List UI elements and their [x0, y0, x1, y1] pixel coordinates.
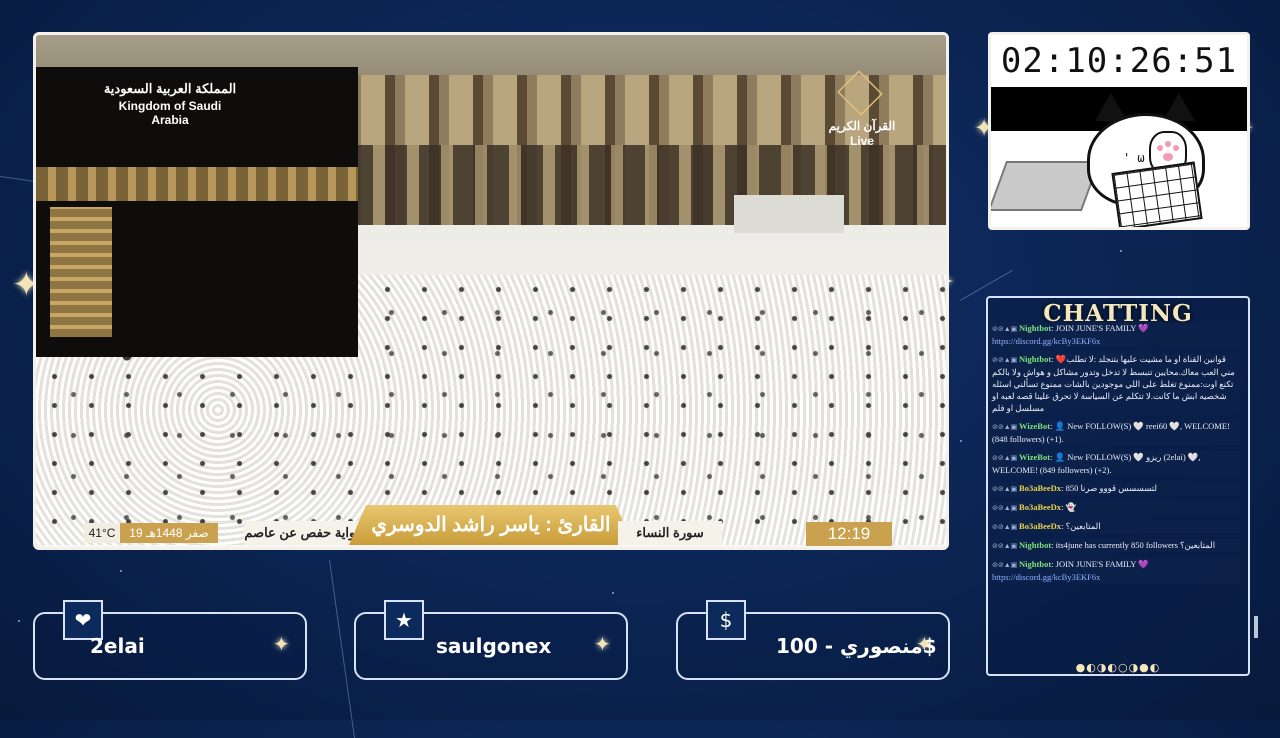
chat-badges-icon: ⊘⊘▲▣: [992, 523, 1020, 531]
sparkle-icon: ✦: [916, 632, 933, 656]
star-dot: [18, 620, 20, 622]
reciter-banner: القارئ : ياسر راشد الدوسري: [349, 505, 633, 545]
chat-message: ⊘⊘▲▣ WizeBot: 👤 New FOLLOW(S) 🤍 ريزو (2e…: [990, 451, 1240, 476]
chat-text: : JOIN JUNE'S FAMILY 💜: [1051, 559, 1149, 569]
chat-username[interactable]: Bo3aBeeDx: [1019, 483, 1061, 493]
chat-text: : المتابعين؟: [1061, 521, 1101, 531]
mouse-pad: [991, 161, 1101, 211]
chat-text: : لتسسسس قووو صرنا 850: [1061, 483, 1157, 493]
kaaba-door: [50, 207, 112, 337]
video-structure: [734, 195, 844, 233]
chat-panel: CHATTING ⊘⊘▲▣ Nightbot: JOIN JUNE'S FAMI…: [986, 296, 1258, 676]
chat-message: ⊘⊘▲▣ Nightbot: ❤️قوانين القناة او ما مشي…: [990, 353, 1240, 414]
countdown-widget: 02:10:26:51 ' ω ': [988, 32, 1250, 230]
chat-badges-icon: ⊘⊘▲▣: [992, 485, 1020, 493]
star-icon: ★: [384, 600, 424, 640]
chat-badges-icon: ⊘⊘▲▣: [992, 356, 1020, 364]
chat-badges-icon: ⊘⊘▲▣: [992, 542, 1020, 550]
video-arcade-arches: [351, 145, 946, 225]
chat-message: ⊘⊘▲▣ Bo3aBeeDx: 👻: [990, 501, 1240, 514]
chat-username[interactable]: WizeBot: [1019, 452, 1050, 462]
chat-username[interactable]: Bo3aBeeDx: [1019, 521, 1061, 531]
constellation-line: [329, 560, 356, 738]
sparkle-icon: ✦: [594, 632, 611, 656]
chat-message: ⊘⊘▲▣ Bo3aBeeDx: لتسسسس قووو صرنا 850: [990, 482, 1240, 495]
chat-message: ⊘⊘▲▣ Bo3aBeeDx: المتابعين؟: [990, 520, 1240, 533]
sparkle-icon: ✦: [273, 632, 290, 656]
live-video-frame: المملكة العربية السعودية Kingdom of Saud…: [33, 32, 949, 550]
ksa-title-english: Kingdom of Saudi Arabia: [118, 99, 222, 127]
chat-badges-icon: ⊘⊘▲▣: [992, 504, 1020, 512]
live-label: Live: [849, 134, 874, 148]
star-dot: [1120, 250, 1122, 252]
chat-username[interactable]: Nightbot: [1019, 323, 1051, 333]
channel-name: القرآن الكريم: [828, 119, 896, 133]
chat-badges-icon: ⊘⊘▲▣: [992, 423, 1020, 431]
chat-message: ⊘⊘▲▣ WizeBot: 👤 New FOLLOW(S) 🤍 reei60 🤍…: [990, 420, 1240, 445]
countdown-timer: 02:10:26:51: [1000, 41, 1238, 81]
last-follower-name: 2elai: [90, 634, 145, 658]
ksa-title-arabic: المملكة العربية السعودية: [103, 81, 237, 96]
chat-link[interactable]: https://discord.gg/kcBy3EKF6x: [992, 572, 1100, 582]
chat-username[interactable]: Bo3aBeeDx: [1019, 502, 1061, 512]
chat-username[interactable]: Nightbot: [1019, 540, 1051, 550]
chat-badges-icon: ⊘⊘▲▣: [992, 325, 1020, 333]
chat-message: ⊘⊘▲▣ Nightbot: its4june has currently 85…: [990, 539, 1240, 552]
dollar-icon: $: [706, 600, 746, 640]
star-dot: [960, 440, 962, 442]
chat-text: : its4june has currently 850 followers ا…: [1051, 540, 1216, 550]
chat-scrollbar[interactable]: [1254, 616, 1258, 638]
chat-username[interactable]: WizeBot: [1019, 421, 1050, 431]
chat-decoration: ●◐◑◐○◑●◐: [1075, 661, 1161, 674]
hijri-date: 19 صفر 1448هـ: [120, 523, 218, 543]
last-donation-alert: $ منصوري - 100$ ✦: [676, 600, 950, 680]
kaaba-band: [36, 167, 358, 201]
keyboard-icon: [1111, 161, 1203, 227]
chat-badges-icon: ⊘⊘▲▣: [992, 454, 1020, 462]
broadcast-clock: 12:19: [806, 522, 892, 546]
last-follower-alert: ❤ 2elai ✦: [33, 600, 307, 680]
last-subscriber-alert: ★ saulgonex ✦: [354, 600, 628, 680]
chat-list[interactable]: ⊘⊘▲▣ Nightbot: JOIN JUNE'S FAMILY 💜 https…: [990, 322, 1240, 642]
chat-text: : JOIN JUNE'S FAMILY 💜: [1051, 323, 1149, 333]
chat-message: ⊘⊘▲▣ Nightbot: JOIN JUNE'S FAMILY 💜 https…: [990, 322, 1240, 347]
chat-link[interactable]: https://discord.gg/kcBy3EKF6x: [992, 336, 1100, 346]
temperature: 41°C: [84, 523, 120, 543]
chat-badges-icon: ⊘⊘▲▣: [992, 561, 1020, 569]
star-dot: [120, 570, 122, 572]
chat-message: ⊘⊘▲▣ Nightbot: JOIN JUNE'S FAMILY 💜 https…: [990, 558, 1240, 583]
chat-text: : 👻: [1061, 502, 1077, 512]
chat-username[interactable]: Nightbot: [1019, 354, 1051, 364]
surah-label: سورة النساء: [618, 521, 722, 545]
star-dot: [612, 592, 614, 594]
last-subscriber-name: saulgonex: [436, 634, 552, 658]
last-donation-text: منصوري - 100$: [776, 634, 937, 658]
chat-username[interactable]: Nightbot: [1019, 559, 1051, 569]
riwaya-label: رواية حفص عن عاصم: [244, 521, 362, 545]
